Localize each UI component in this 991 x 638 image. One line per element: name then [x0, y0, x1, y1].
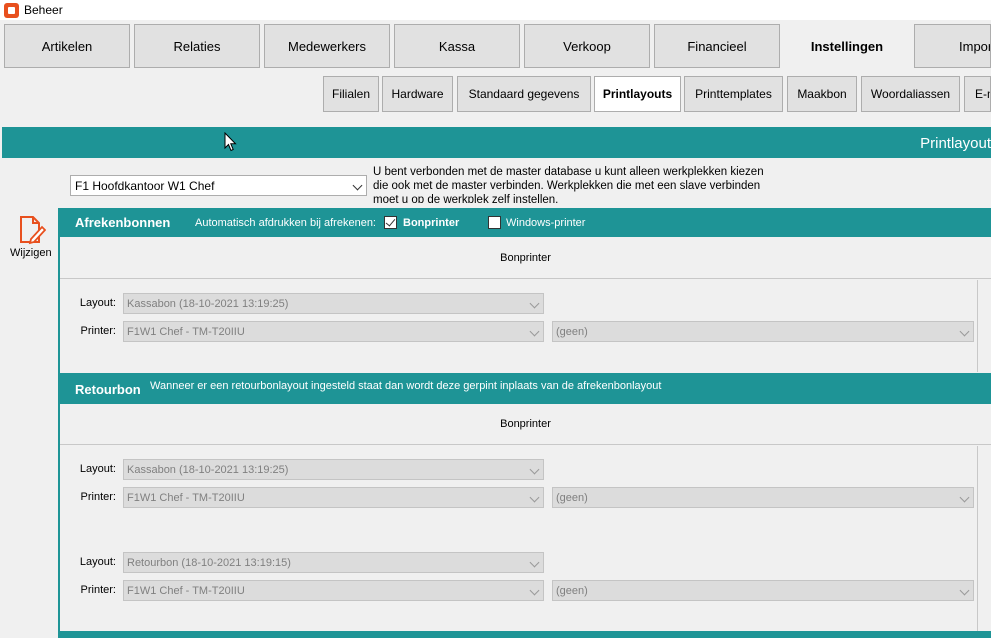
- page-title: Printlayout: [920, 135, 991, 152]
- checkmark-icon: [385, 216, 396, 227]
- tab-kassa[interactable]: Kassa: [394, 24, 520, 68]
- tab-financieel[interactable]: Financieel: [654, 24, 780, 68]
- subtab-filialen[interactable]: Filialen: [323, 76, 379, 112]
- printer-label: Printer:: [80, 584, 116, 596]
- edit-label: Wijzigen: [10, 247, 52, 259]
- printer-secondary-value: (geen): [556, 585, 588, 597]
- bonprinter-checkbox[interactable]: [384, 216, 397, 229]
- panel-header-label: Bonprinter: [500, 251, 551, 264]
- printer-secondary-value: (geen): [556, 492, 588, 504]
- layout-select-value: Retourbon (18-10-2021 13:19:15): [127, 557, 291, 569]
- tab-verkoop[interactable]: Verkoop: [524, 24, 650, 68]
- next-section-bar: [58, 631, 991, 638]
- auto-print-label: Automatisch afdrukken bij afrekenen:: [195, 217, 376, 229]
- printer-secondary-value: (geen): [556, 326, 588, 338]
- afrekenbonnen-title: Afrekenbonnen: [75, 215, 171, 230]
- printer-select[interactable]: F1W1 Chef - TM-T20IIU: [123, 321, 544, 342]
- layout-select-value: Kassabon (18-10-2021 13:19:25): [127, 464, 289, 476]
- subtab-email[interactable]: E-m: [964, 76, 991, 112]
- retourbon-panel-header: Bonprinter: [60, 404, 991, 445]
- window-title: Beheer: [24, 3, 63, 17]
- tab-instellingen[interactable]: Instellingen: [784, 24, 910, 68]
- bonprinter-checkbox-label: Bonprinter: [403, 217, 460, 229]
- chevron-down-icon: [529, 298, 540, 309]
- layout-select-value: Kassabon (18-10-2021 13:19:25): [127, 298, 289, 310]
- panel-header-label: Bonprinter: [500, 418, 551, 430]
- printer-secondary-select[interactable]: (geen): [552, 321, 974, 342]
- retour-printer-secondary-select[interactable]: (geen): [552, 487, 974, 508]
- layout-label: Layout:: [79, 556, 116, 568]
- subtab-hardware[interactable]: Hardware: [382, 76, 453, 112]
- layout-label: Layout:: [79, 297, 116, 309]
- windows-printer-checkbox[interactable]: [488, 216, 501, 229]
- chevron-down-icon: [529, 492, 540, 503]
- subtab-printtemplates[interactable]: Printtemplates: [684, 76, 783, 112]
- retourbon-panel-body: Layout: Kassabon (18-10-2021 13:19:25) P…: [60, 446, 978, 631]
- chevron-down-icon: [959, 492, 970, 503]
- subtab-woordaliassen[interactable]: Woordaliassen: [861, 76, 960, 112]
- header-bar: [2, 127, 991, 158]
- retourbon-section-bar: Retourbon Wanneer er een retourbonlayout…: [58, 373, 991, 404]
- edit-document-icon: [20, 216, 46, 245]
- printer-label: Printer:: [80, 325, 116, 337]
- chevron-down-icon: [529, 464, 540, 475]
- printer-select-value: F1W1 Chef - TM-T20IIU: [127, 585, 245, 597]
- windows-printer-checkbox-label: Windows-printer: [506, 217, 586, 229]
- afrekenbonnen-panel-body: Layout: Kassabon (18-10-2021 13:19:25) P…: [60, 280, 978, 372]
- retourbon-title: Retourbon: [75, 382, 141, 397]
- layout-select[interactable]: Kassabon (18-10-2021 13:19:25): [123, 293, 544, 314]
- tab-artikelen[interactable]: Artikelen: [4, 24, 130, 68]
- retourbon-description: Wanneer er een retourbonlayout ingesteld…: [150, 380, 662, 392]
- printer-select-value: F1W1 Chef - TM-T20IIU: [127, 326, 245, 338]
- retourbon-printer-secondary-select[interactable]: (geen): [552, 580, 974, 601]
- chevron-down-icon: [529, 557, 540, 568]
- chevron-down-icon: [529, 326, 540, 337]
- tab-relaties[interactable]: Relaties: [134, 24, 260, 68]
- chevron-down-icon: [529, 585, 540, 596]
- app-icon: [4, 3, 19, 18]
- subtab-printlayouts[interactable]: Printlayouts: [594, 76, 681, 112]
- subtab-maakbon[interactable]: Maakbon: [787, 76, 857, 112]
- layout-label: Layout:: [79, 463, 116, 475]
- mouse-cursor-icon: [224, 132, 237, 152]
- printer-select-value: F1W1 Chef - TM-T20IIU: [127, 492, 245, 504]
- location-select-value: F1 Hoofdkantoor W1 Chef: [75, 179, 215, 193]
- location-select[interactable]: F1 Hoofdkantoor W1 Chef: [70, 175, 367, 196]
- afrekenbonnen-section-bar: Afrekenbonnen Automatisch afdrukken bij …: [58, 208, 991, 237]
- chevron-down-icon: [959, 326, 970, 337]
- retour-printer-select[interactable]: F1W1 Chef - TM-T20IIU: [123, 487, 544, 508]
- afrekenbonnen-panel-header: Bonprinter: [60, 237, 991, 279]
- title-bar: Beheer: [0, 0, 991, 20]
- tab-medewerkers[interactable]: Medewerkers: [264, 24, 390, 68]
- subtab-standaard-gegevens[interactable]: Standaard gegevens: [457, 76, 591, 112]
- chevron-down-icon: [959, 585, 970, 596]
- retourbon-layout-select[interactable]: Retourbon (18-10-2021 13:19:15): [123, 552, 544, 573]
- info-text: U bent verbonden met de master database …: [373, 166, 764, 203]
- retourbon-printer-select[interactable]: F1W1 Chef - TM-T20IIU: [123, 580, 544, 601]
- printer-label: Printer:: [80, 491, 116, 503]
- retour-layout-select[interactable]: Kassabon (18-10-2021 13:19:25): [123, 459, 544, 480]
- chevron-down-icon: [352, 180, 363, 191]
- tab-import[interactable]: Impor: [914, 24, 991, 68]
